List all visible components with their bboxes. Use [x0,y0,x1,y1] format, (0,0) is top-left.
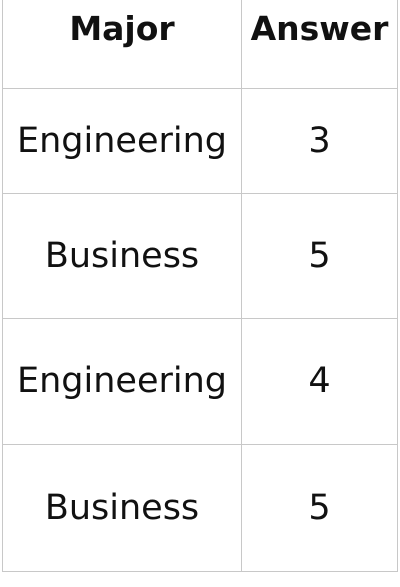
cell-major: Business [2,443,242,572]
cell-major: Business [2,192,242,319]
table-row: Business 5 [2,192,398,319]
data-table: Major Answer Engineering 3 Business 5 En… [2,0,398,572]
table-row: Engineering 3 [2,87,398,194]
table-row: Engineering 4 [2,317,398,445]
cell-answer: 3 [241,87,398,194]
table-header-row: Major Answer [2,0,398,89]
cell-answer: 5 [241,192,398,319]
table-row: Business 5 [2,443,398,572]
header-answer: Answer [241,0,398,89]
cell-answer: 4 [241,317,398,445]
cell-major: Engineering [2,87,242,194]
cell-answer: 5 [241,443,398,572]
header-major: Major [2,0,242,89]
cell-major: Engineering [2,317,242,445]
